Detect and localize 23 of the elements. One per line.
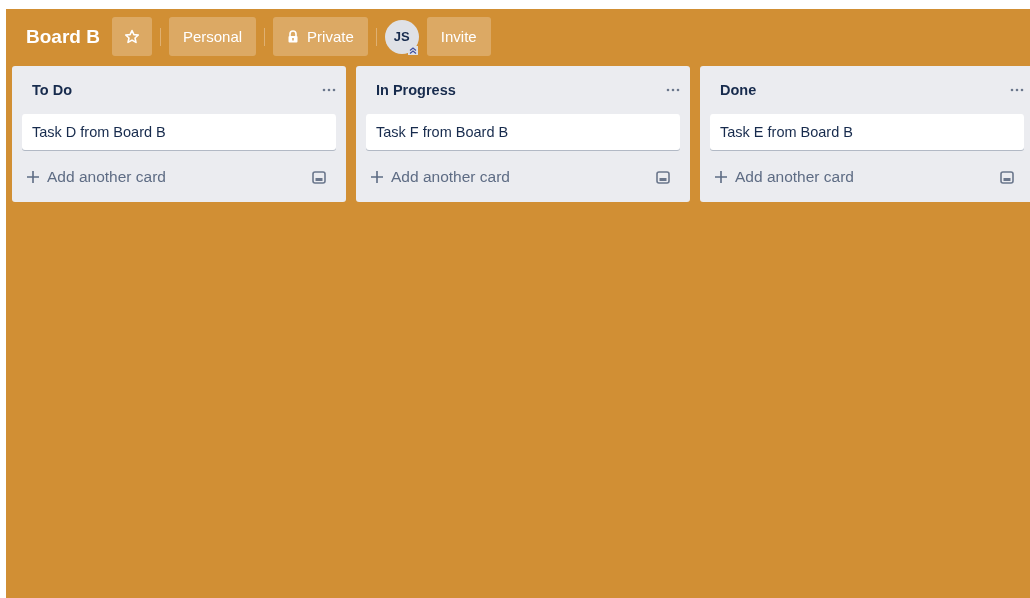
list-title[interactable]: Done	[720, 82, 757, 98]
star-button[interactable]	[111, 17, 152, 56]
list-title[interactable]: To Do	[32, 82, 72, 98]
task-card[interactable]: Task F from Board B	[366, 114, 680, 150]
more-icon[interactable]	[322, 88, 336, 92]
task-card[interactable]: Task D from Board B	[22, 114, 336, 150]
member-avatar[interactable]: JS	[384, 19, 419, 54]
lock-icon	[287, 30, 300, 43]
template-icon[interactable]	[1000, 170, 1014, 184]
add-card-button[interactable]: Add another card	[22, 162, 170, 192]
template-icon[interactable]	[656, 170, 670, 184]
task-card[interactable]: Task E from Board B	[710, 114, 1024, 150]
add-card-button[interactable]: Add another card	[710, 162, 858, 192]
admin-chevron-icon	[407, 45, 418, 55]
list-title[interactable]: In Progress	[376, 82, 456, 98]
plus-icon	[714, 170, 728, 184]
more-icon[interactable]	[666, 88, 680, 92]
more-icon[interactable]	[1010, 88, 1024, 92]
plus-icon	[26, 170, 40, 184]
star-icon	[123, 28, 140, 45]
add-card-button[interactable]: Add another card	[366, 162, 514, 192]
plus-icon	[370, 170, 384, 184]
template-icon[interactable]	[312, 170, 326, 184]
